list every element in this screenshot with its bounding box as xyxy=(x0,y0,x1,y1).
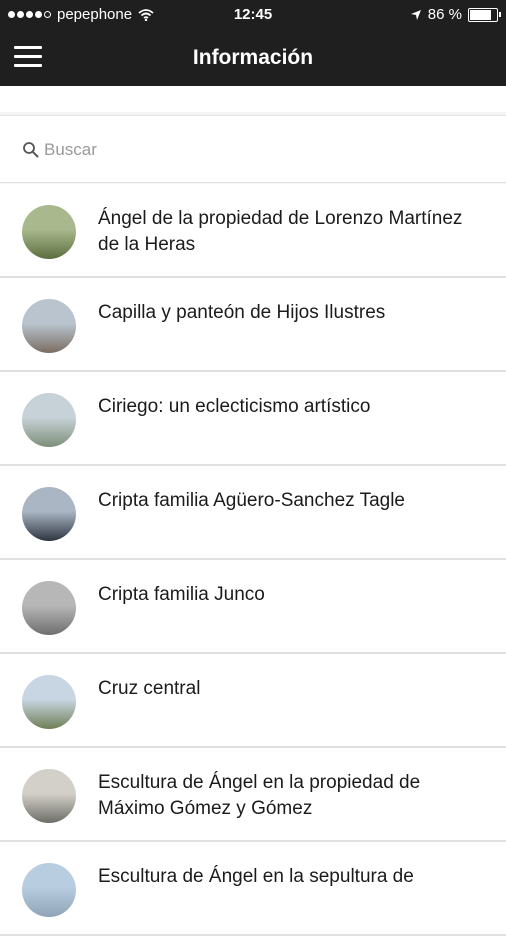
list-item[interactable]: Escultura de Ángel en la sepultura de xyxy=(0,842,506,936)
item-label: Ciriego: un eclecticismo artístico xyxy=(98,396,371,417)
item-label: Capilla y panteón de Hijos Ilustres xyxy=(98,302,386,323)
list-item[interactable]: Cripta familia Agüero-Sanchez Tagle xyxy=(0,466,506,560)
list-item[interactable]: Ciriego: un eclecticismo artístico xyxy=(0,372,506,466)
list-item[interactable]: Cripta familia Junco xyxy=(0,560,506,654)
item-thumbnail xyxy=(22,675,76,729)
location-arrow-icon xyxy=(410,9,421,20)
list-item[interactable]: Cruz central xyxy=(0,654,506,748)
item-label: Cruz central xyxy=(98,678,201,699)
search-input[interactable] xyxy=(42,136,466,164)
list-item[interactable]: Escultura de Ángel en la propiedad de Má… xyxy=(0,748,506,842)
item-thumbnail xyxy=(22,581,76,635)
header-spacer xyxy=(0,86,506,112)
item-thumbnail xyxy=(22,769,76,823)
item-thumbnail xyxy=(22,205,76,259)
page-title: Información xyxy=(192,46,314,69)
list-item[interactable]: Capilla y panteón de Hijos Ilustres xyxy=(0,278,506,372)
search-icon xyxy=(23,142,39,158)
item-thumbnail xyxy=(22,863,76,917)
navigation-bar: Información xyxy=(0,30,506,86)
item-label: Escultura de Ángel en la propiedad de Má… xyxy=(98,772,421,819)
content-list: Ángel de la propiedad de Lorenzo Martíne… xyxy=(0,184,506,936)
item-label: Cripta familia Agüero-Sanchez Tagle xyxy=(98,490,405,511)
item-thumbnail xyxy=(22,299,76,353)
item-label: Cripta familia Junco xyxy=(98,584,265,605)
search-bar xyxy=(0,115,506,183)
item-thumbnail xyxy=(22,487,76,541)
battery-percent: 86 % xyxy=(427,6,462,23)
item-label: Ángel de la propiedad de Lorenzo Martíne… xyxy=(98,208,463,255)
battery-icon xyxy=(468,7,501,22)
item-thumbnail xyxy=(22,393,76,447)
list-item[interactable]: Ángel de la propiedad de Lorenzo Martíne… xyxy=(0,184,506,278)
status-bar: pepephone 12:45 86 % xyxy=(0,0,506,30)
item-label: Escultura de Ángel en la sepultura de xyxy=(98,866,414,887)
status-right: 86 % xyxy=(410,6,501,23)
